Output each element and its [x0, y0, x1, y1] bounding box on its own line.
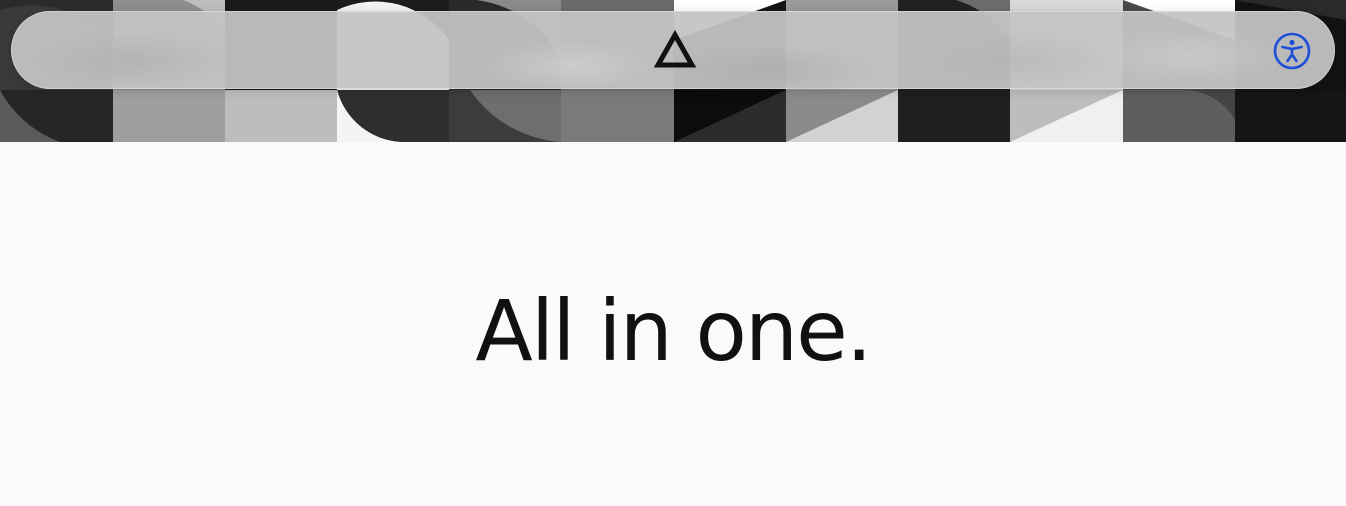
accessibility-person-icon: [1273, 32, 1311, 70]
accessibility-button[interactable]: [1271, 30, 1313, 72]
top-navigation-bar: [11, 11, 1335, 89]
page: All in one.: [0, 0, 1346, 506]
triangle-logo-icon[interactable]: [654, 30, 696, 72]
hero-headline: All in one.: [475, 282, 872, 380]
